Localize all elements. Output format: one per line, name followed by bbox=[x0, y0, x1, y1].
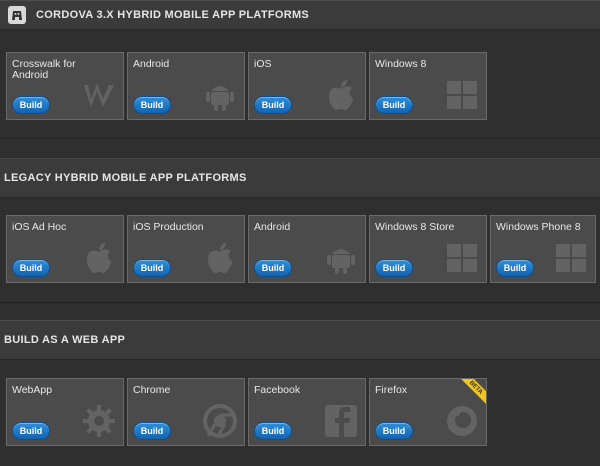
platform-tile-crosswalk[interactable]: Crosswalk for Android Build bbox=[6, 52, 124, 120]
tile-label: iOS Ad Hoc bbox=[12, 221, 67, 233]
tile-label: Facebook bbox=[254, 384, 301, 396]
build-button[interactable]: Build bbox=[254, 259, 292, 277]
tile-label: Windows 8 Store bbox=[375, 221, 455, 233]
apple-icon bbox=[329, 80, 353, 110]
android-icon bbox=[327, 249, 355, 274]
tile-label: Chrome bbox=[133, 384, 171, 396]
build-button[interactable]: Build bbox=[375, 259, 413, 277]
build-button[interactable]: Build bbox=[375, 422, 413, 440]
build-button[interactable]: Build bbox=[496, 259, 534, 277]
tile-label: Windows 8 bbox=[375, 58, 427, 70]
gear-icon bbox=[83, 405, 115, 437]
beta-badge: BETA bbox=[460, 379, 486, 405]
platform-tile-chrome[interactable]: Chrome Build bbox=[127, 378, 245, 446]
section-divider bbox=[0, 138, 600, 139]
platform-tile-windows-phone8[interactable]: Windows Phone 8 Build bbox=[490, 215, 596, 283]
platform-tile-android[interactable]: Android Build bbox=[127, 52, 245, 120]
build-button[interactable]: Build bbox=[254, 96, 292, 114]
apple-icon bbox=[87, 243, 111, 273]
platform-tile-windows8-store[interactable]: Windows 8 Store Build bbox=[369, 215, 487, 283]
section-header-webapp: BUILD AS A WEB APP bbox=[0, 320, 600, 360]
firefox-icon bbox=[447, 406, 477, 436]
windows-icon bbox=[447, 81, 477, 109]
section-title: BUILD AS A WEB APP bbox=[4, 334, 126, 346]
build-button[interactable]: Build bbox=[12, 422, 50, 440]
section-divider bbox=[0, 302, 600, 303]
platform-tile-android-legacy[interactable]: Android Build bbox=[248, 215, 366, 283]
windows-icon bbox=[447, 244, 477, 272]
apple-icon bbox=[208, 243, 232, 273]
build-button[interactable]: Build bbox=[375, 96, 413, 114]
build-button[interactable]: Build bbox=[254, 422, 292, 440]
build-button[interactable]: Build bbox=[12, 96, 50, 114]
platform-tile-firefox[interactable]: Firefox BETA Build bbox=[369, 378, 487, 446]
section-title: LEGACY HYBRID MOBILE APP PLATFORMS bbox=[4, 172, 247, 184]
tile-label: iOS Production bbox=[133, 221, 204, 233]
platform-tile-facebook[interactable]: Facebook Build bbox=[248, 378, 366, 446]
section-header-cordova: CORDOVA 3.X HYBRID MOBILE APP PLATFORMS bbox=[0, 0, 600, 30]
platform-tile-ios[interactable]: iOS Build bbox=[248, 52, 366, 120]
platform-tile-ios-adhoc[interactable]: iOS Ad Hoc Build bbox=[6, 215, 124, 283]
chrome-icon bbox=[203, 404, 237, 438]
build-button[interactable]: Build bbox=[12, 259, 50, 277]
section-header-legacy: LEGACY HYBRID MOBILE APP PLATFORMS bbox=[0, 158, 600, 198]
tile-label: Firefox bbox=[375, 384, 408, 396]
build-button[interactable]: Build bbox=[133, 259, 171, 277]
build-button[interactable]: Build bbox=[133, 422, 171, 440]
platform-tile-windows8[interactable]: Windows 8 Build bbox=[369, 52, 487, 120]
tile-label: Android bbox=[133, 58, 170, 70]
tile-label: Android bbox=[254, 221, 291, 233]
cordova-logo-icon bbox=[8, 6, 26, 24]
tile-label: Crosswalk for Android bbox=[12, 58, 76, 81]
tile-label: iOS bbox=[254, 58, 272, 70]
crosswalk-icon bbox=[84, 83, 114, 107]
android-icon bbox=[206, 86, 234, 111]
platform-tile-ios-production[interactable]: iOS Production Build bbox=[127, 215, 245, 283]
section-title: CORDOVA 3.X HYBRID MOBILE APP PLATFORMS bbox=[36, 9, 310, 21]
tile-label: WebApp bbox=[12, 384, 53, 396]
windows-icon bbox=[556, 244, 586, 272]
facebook-icon bbox=[325, 405, 357, 437]
build-button[interactable]: Build bbox=[133, 96, 171, 114]
platform-tile-webapp[interactable]: WebApp Build bbox=[6, 378, 124, 446]
beta-ribbon: BETA bbox=[460, 379, 486, 405]
tile-label: Windows Phone 8 bbox=[496, 221, 581, 233]
